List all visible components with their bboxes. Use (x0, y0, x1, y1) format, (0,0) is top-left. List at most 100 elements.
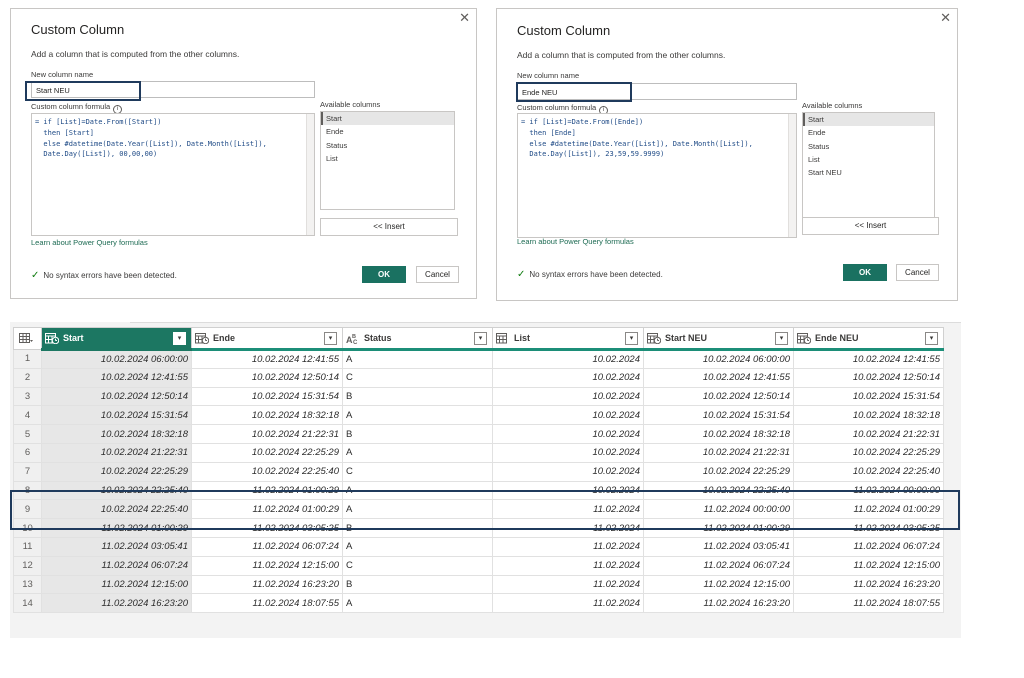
table-cell[interactable]: 10.02.2024 (492, 424, 644, 444)
table-cell[interactable]: 11.02.2024 03:05:41 (41, 536, 192, 557)
table-cell[interactable]: 10.02.2024 22:25:40 (41, 499, 192, 520)
cancel-button[interactable]: Cancel (896, 264, 939, 281)
available-column-item[interactable]: List (803, 153, 934, 166)
learn-formulas-link[interactable]: Learn about Power Query formulas (517, 237, 634, 246)
table-cell[interactable]: 11.02.2024 06:07:24 (191, 536, 343, 557)
table-cell[interactable]: 10.02.2024 18:32:18 (793, 405, 944, 426)
row-number[interactable]: 14 (13, 593, 42, 614)
table-cell[interactable]: 10.02.2024 21:22:31 (793, 424, 944, 444)
formula-scrollbar[interactable] (306, 114, 314, 235)
table-cell[interactable]: 10.02.2024 (492, 442, 644, 463)
table-cell[interactable]: 10.02.2024 22:25:40 (191, 461, 343, 482)
row-number[interactable]: 7 (13, 461, 42, 482)
filter-dropdown-icon[interactable]: ▾ (625, 331, 638, 345)
table-cell[interactable]: 11.02.2024 (492, 555, 644, 576)
learn-formulas-link[interactable]: Learn about Power Query formulas (31, 238, 148, 247)
close-icon[interactable]: ✕ (459, 11, 470, 26)
column-header[interactable]: Ende ▾ (191, 327, 343, 351)
table-cell[interactable]: 11.02.2024 01:00:29 (643, 518, 794, 538)
table-cell[interactable]: 10.02.2024 12:50:14 (643, 386, 794, 407)
row-number[interactable]: 5 (13, 424, 42, 444)
table-cell[interactable]: 10.02.2024 06:00:00 (41, 349, 192, 369)
table-cell[interactable]: 11.02.2024 (492, 518, 644, 538)
available-column-item[interactable]: List (321, 152, 454, 165)
table-cell[interactable]: A (342, 349, 493, 369)
available-column-item[interactable]: Start (803, 113, 934, 127)
column-header[interactable]: A B C Status ▾ (342, 327, 493, 351)
row-number[interactable]: 10 (13, 518, 42, 538)
table-cell[interactable]: 11.02.2024 (492, 574, 644, 595)
table-cell[interactable]: 11.02.2024 06:07:24 (41, 555, 192, 576)
table-cell[interactable]: B (342, 518, 493, 538)
table-cell[interactable]: 10.02.2024 12:50:14 (793, 367, 944, 388)
row-number[interactable]: 2 (13, 367, 42, 388)
table-cell[interactable]: 11.02.2024 16:23:20 (191, 574, 343, 595)
row-number[interactable]: 8 (13, 480, 42, 501)
table-cell[interactable]: 10.02.2024 (492, 349, 644, 369)
table-cell[interactable]: 11.02.2024 16:23:20 (643, 593, 794, 614)
filter-dropdown-icon[interactable]: ▾ (173, 331, 186, 345)
table-cell[interactable]: C (342, 461, 493, 482)
row-number[interactable]: 1 (13, 349, 42, 369)
table-cell[interactable]: 11.02.2024 03:05:41 (643, 536, 794, 557)
row-number[interactable]: 9 (13, 499, 42, 520)
insert-button[interactable]: << Insert (320, 218, 458, 236)
ok-button[interactable]: OK (362, 266, 406, 283)
table-cell[interactable]: 11.02.2024 06:07:24 (643, 555, 794, 576)
table-cell[interactable]: 10.02.2024 15:31:54 (643, 405, 794, 426)
available-column-item[interactable]: Ende (321, 125, 454, 138)
table-cell[interactable]: 10.02.2024 22:25:29 (643, 461, 794, 482)
table-cell[interactable]: 10.02.2024 12:41:55 (191, 349, 343, 369)
table-cell[interactable]: C (342, 555, 493, 576)
table-cell[interactable]: 10.02.2024 (492, 461, 644, 482)
table-cell[interactable]: 10.02.2024 12:50:14 (191, 367, 343, 388)
available-column-item[interactable]: Start (321, 112, 454, 126)
table-menu-icon[interactable] (13, 327, 42, 350)
table-cell[interactable]: C (342, 367, 493, 388)
formula-editor[interactable]: = if [List]=Date.From([Start]) then [Sta… (31, 113, 315, 236)
filter-dropdown-icon[interactable]: ▾ (474, 331, 487, 345)
table-cell[interactable]: 10.02.2024 (492, 367, 644, 388)
table-cell[interactable]: 10.02.2024 12:41:55 (793, 349, 944, 369)
column-header[interactable]: List ▾ (492, 327, 644, 351)
table-cell[interactable]: A (342, 405, 493, 426)
formula-editor[interactable]: = if [List]=Date.From([Ende]) then [Ende… (517, 113, 797, 238)
table-cell[interactable]: 10.02.2024 22:25:40 (41, 480, 192, 501)
available-column-item[interactable]: Status (803, 140, 934, 153)
table-cell[interactable]: A (342, 593, 493, 614)
table-cell[interactable]: 11.02.2024 01:00:29 (191, 480, 343, 501)
table-cell[interactable]: 10.02.2024 15:31:54 (793, 386, 944, 407)
table-cell[interactable]: 11.02.2024 00:00:00 (793, 480, 944, 501)
table-cell[interactable]: 11.02.2024 12:15:00 (41, 574, 192, 595)
table-cell[interactable]: 10.02.2024 (492, 480, 644, 501)
column-header[interactable]: Start NEU ▾ (643, 327, 794, 351)
available-column-item[interactable]: Status (321, 139, 454, 152)
row-number[interactable]: 6 (13, 442, 42, 463)
table-cell[interactable]: B (342, 386, 493, 407)
table-cell[interactable]: A (342, 442, 493, 463)
table-cell[interactable]: 11.02.2024 01:00:29 (41, 518, 192, 538)
table-cell[interactable]: 11.02.2024 18:07:55 (793, 593, 944, 614)
table-cell[interactable]: 10.02.2024 12:41:55 (41, 367, 192, 388)
row-number[interactable]: 3 (13, 386, 42, 407)
table-cell[interactable]: 10.02.2024 18:32:18 (643, 424, 794, 444)
table-cell[interactable]: 11.02.2024 06:07:24 (793, 536, 944, 557)
table-cell[interactable]: 10.02.2024 06:00:00 (643, 349, 794, 369)
filter-dropdown-icon[interactable]: ▾ (324, 331, 337, 345)
table-cell[interactable]: A (342, 499, 493, 520)
table-cell[interactable]: 11.02.2024 (492, 536, 644, 557)
table-cell[interactable]: 10.02.2024 21:22:31 (643, 442, 794, 463)
filter-dropdown-icon[interactable]: ▾ (925, 331, 938, 345)
table-cell[interactable]: B (342, 574, 493, 595)
row-number[interactable]: 4 (13, 405, 42, 426)
close-icon[interactable]: ✕ (940, 11, 951, 26)
table-cell[interactable]: 11.02.2024 16:23:20 (793, 574, 944, 595)
available-column-item[interactable]: Start NEU (803, 166, 934, 179)
table-cell[interactable]: 11.02.2024 16:23:20 (41, 593, 192, 614)
table-cell[interactable]: A (342, 480, 493, 501)
table-cell[interactable]: 10.02.2024 15:31:54 (41, 405, 192, 426)
available-column-item[interactable]: Ende (803, 126, 934, 139)
table-cell[interactable]: 11.02.2024 12:15:00 (191, 555, 343, 576)
table-cell[interactable]: 11.02.2024 12:15:00 (643, 574, 794, 595)
filter-dropdown-icon[interactable]: ▾ (775, 331, 788, 345)
